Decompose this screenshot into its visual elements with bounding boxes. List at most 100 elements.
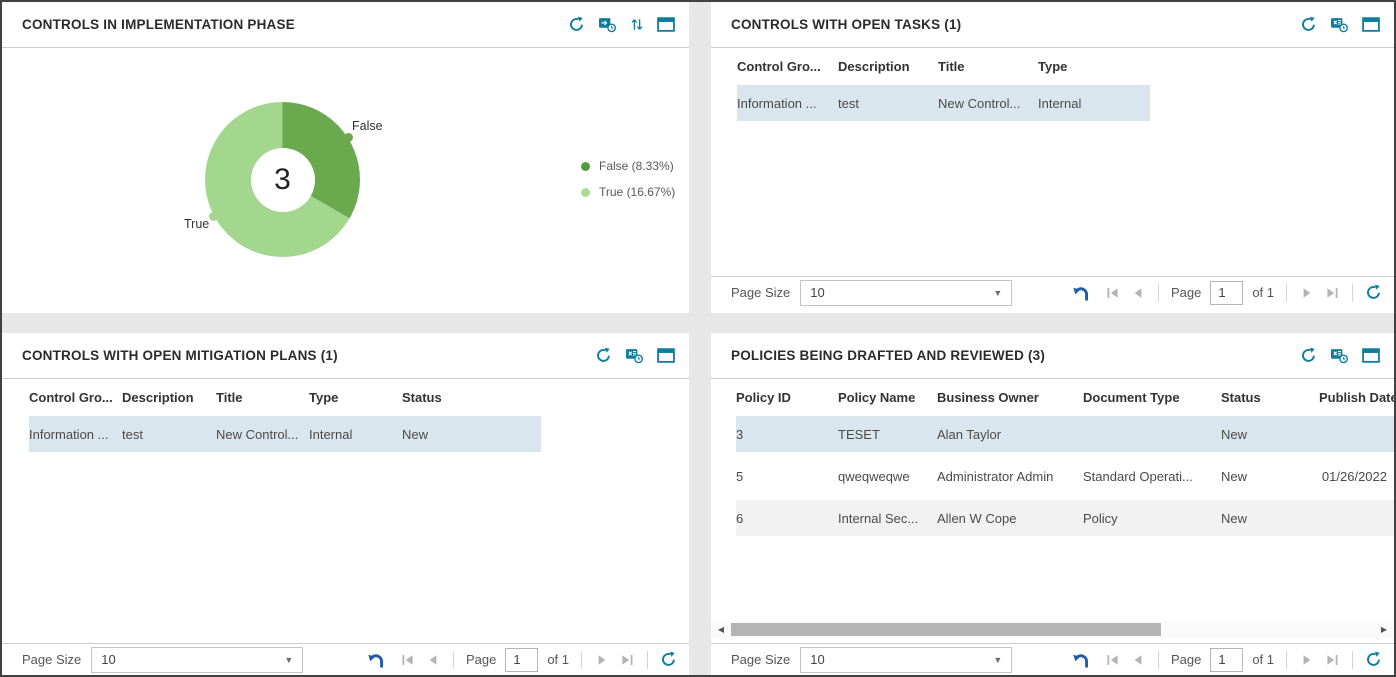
table-cell: Alan Taylor xyxy=(937,427,1083,442)
scheduled-export-icon[interactable] xyxy=(598,16,617,33)
column-header[interactable]: Title xyxy=(938,59,1038,74)
separator xyxy=(581,651,582,669)
donut-ring[interactable]: 3 xyxy=(205,102,360,257)
donut-chart[interactable]: 3 False True False (8.33%)True (16.67%) xyxy=(2,48,689,313)
panel-toolbar xyxy=(1300,347,1380,364)
open-tasks-table: Control Gro...DescriptionTitleTypeInform… xyxy=(711,48,1394,127)
table-cell: 3 xyxy=(736,427,838,442)
page-number-input[interactable] xyxy=(1210,281,1243,305)
table-cell: Internal xyxy=(309,427,402,442)
refresh-icon[interactable] xyxy=(1300,16,1317,33)
chevron-down-icon: ▼ xyxy=(284,655,293,665)
refresh-icon[interactable] xyxy=(1365,651,1382,668)
last-page-icon[interactable] xyxy=(619,652,635,668)
column-header[interactable]: Title xyxy=(216,390,309,405)
column-header[interactable]: Type xyxy=(1038,59,1150,74)
panel-controls-with-open-mitigation-plans: CONTROLS WITH OPEN MITIGATION PLANS (1) … xyxy=(2,333,689,675)
table-cell: New xyxy=(402,427,541,442)
page-size-label: Page Size xyxy=(22,652,81,667)
next-page-icon[interactable] xyxy=(1299,652,1315,668)
last-page-icon[interactable] xyxy=(1324,652,1340,668)
column-header[interactable]: Document Type xyxy=(1083,390,1221,405)
table-row[interactable]: Information ...testNew Control...Interna… xyxy=(737,85,1150,121)
undo-icon[interactable] xyxy=(1070,651,1091,669)
column-header[interactable]: Policy ID xyxy=(736,390,838,405)
scheduled-export-icon[interactable] xyxy=(1330,347,1349,364)
paginator: Page Size 10 ▼ Page of 1 xyxy=(711,643,1394,675)
separator xyxy=(647,651,648,669)
refresh-icon[interactable] xyxy=(568,16,585,33)
first-page-icon[interactable] xyxy=(1105,285,1121,301)
table-cell: New Control... xyxy=(938,96,1038,111)
refresh-icon[interactable] xyxy=(1300,347,1317,364)
table-cell: Standard Operati... xyxy=(1083,469,1221,484)
scheduled-export-icon[interactable] xyxy=(625,347,644,364)
table-header-row: Control Gro...DescriptionTitleType xyxy=(737,48,1394,85)
table-row[interactable]: Information ...testNew Control...Interna… xyxy=(29,416,541,452)
panel-title: CONTROLS WITH OPEN MITIGATION PLANS (1) xyxy=(22,348,338,363)
undo-icon[interactable] xyxy=(365,651,386,669)
next-page-icon[interactable] xyxy=(1299,285,1315,301)
maximize-icon[interactable] xyxy=(657,348,675,363)
maximize-icon[interactable] xyxy=(657,17,675,32)
page-label: Page xyxy=(466,652,496,667)
page-size-value: 10 xyxy=(810,652,824,667)
maximize-icon[interactable] xyxy=(1362,17,1380,32)
paginator: Page Size 10 ▼ Page of 1 xyxy=(2,643,689,675)
scroll-left-icon[interactable]: ◀ xyxy=(713,621,729,638)
page-size-select[interactable]: 10 ▼ xyxy=(91,647,303,673)
column-header[interactable]: Control Gro... xyxy=(29,390,122,405)
chevron-down-icon: ▼ xyxy=(993,288,1002,298)
separator xyxy=(1158,651,1159,669)
previous-page-icon[interactable] xyxy=(425,652,441,668)
refresh-icon[interactable] xyxy=(595,347,612,364)
legend-item[interactable]: True (16.67%) xyxy=(581,179,675,205)
page-size-select[interactable]: 10 ▼ xyxy=(800,280,1012,306)
page-count-label: of 1 xyxy=(1252,285,1274,300)
table-row[interactable]: 6Internal Sec...Allen W CopePolicyNew xyxy=(736,500,1394,536)
previous-page-icon[interactable] xyxy=(1130,285,1146,301)
table-row[interactable]: 3TESETAlan TaylorNew xyxy=(736,416,1394,452)
column-header[interactable]: Description xyxy=(122,390,216,405)
page-count-label: of 1 xyxy=(1252,652,1274,667)
column-header[interactable]: Publish Date xyxy=(1319,390,1387,405)
paginator: Page Size 10 ▼ Page of 1 xyxy=(711,276,1394,308)
refresh-icon[interactable] xyxy=(1365,284,1382,301)
slice-label-false: False xyxy=(352,119,383,133)
page-number-input[interactable] xyxy=(505,648,538,672)
column-header[interactable]: Status xyxy=(402,390,541,405)
table-row[interactable]: 5qweqweqweAdministrator AdminStandard Op… xyxy=(736,458,1394,494)
previous-page-icon[interactable] xyxy=(1130,652,1146,668)
policies-table: Policy IDPolicy NameBusiness OwnerDocume… xyxy=(711,379,1394,542)
last-page-icon[interactable] xyxy=(1324,285,1340,301)
sort-arrows-icon[interactable] xyxy=(630,16,644,33)
table-cell: qweqweqwe xyxy=(838,469,937,484)
scheduled-export-icon[interactable] xyxy=(1330,16,1349,33)
column-header[interactable]: Status xyxy=(1221,390,1319,405)
table-cell: Internal xyxy=(1038,96,1150,111)
scroll-right-icon[interactable]: ▶ xyxy=(1376,621,1392,638)
column-header[interactable]: Business Owner xyxy=(937,390,1083,405)
undo-icon[interactable] xyxy=(1070,284,1091,302)
table-cell: 01/26/2022 xyxy=(1319,469,1387,484)
first-page-icon[interactable] xyxy=(400,652,416,668)
page-label: Page xyxy=(1171,652,1201,667)
legend-item[interactable]: False (8.33%) xyxy=(581,153,675,179)
table-cell: 5 xyxy=(736,469,838,484)
page-size-select[interactable]: 10 ▼ xyxy=(800,647,1012,673)
column-header[interactable]: Description xyxy=(838,59,938,74)
maximize-icon[interactable] xyxy=(1362,348,1380,363)
next-page-icon[interactable] xyxy=(594,652,610,668)
slice-marker-false xyxy=(344,133,353,142)
refresh-icon[interactable] xyxy=(660,651,677,668)
scrollbar-thumb[interactable] xyxy=(731,623,1161,636)
column-header[interactable]: Policy Name xyxy=(838,390,937,405)
column-header[interactable]: Type xyxy=(309,390,402,405)
table-cell: TESET xyxy=(838,427,937,442)
page-number-input[interactable] xyxy=(1210,648,1243,672)
table-cell: Allen W Cope xyxy=(937,511,1083,526)
first-page-icon[interactable] xyxy=(1105,652,1121,668)
column-header[interactable]: Control Gro... xyxy=(737,59,838,74)
separator xyxy=(1286,651,1287,669)
horizontal-scrollbar[interactable]: ◀ ▶ xyxy=(711,621,1394,638)
